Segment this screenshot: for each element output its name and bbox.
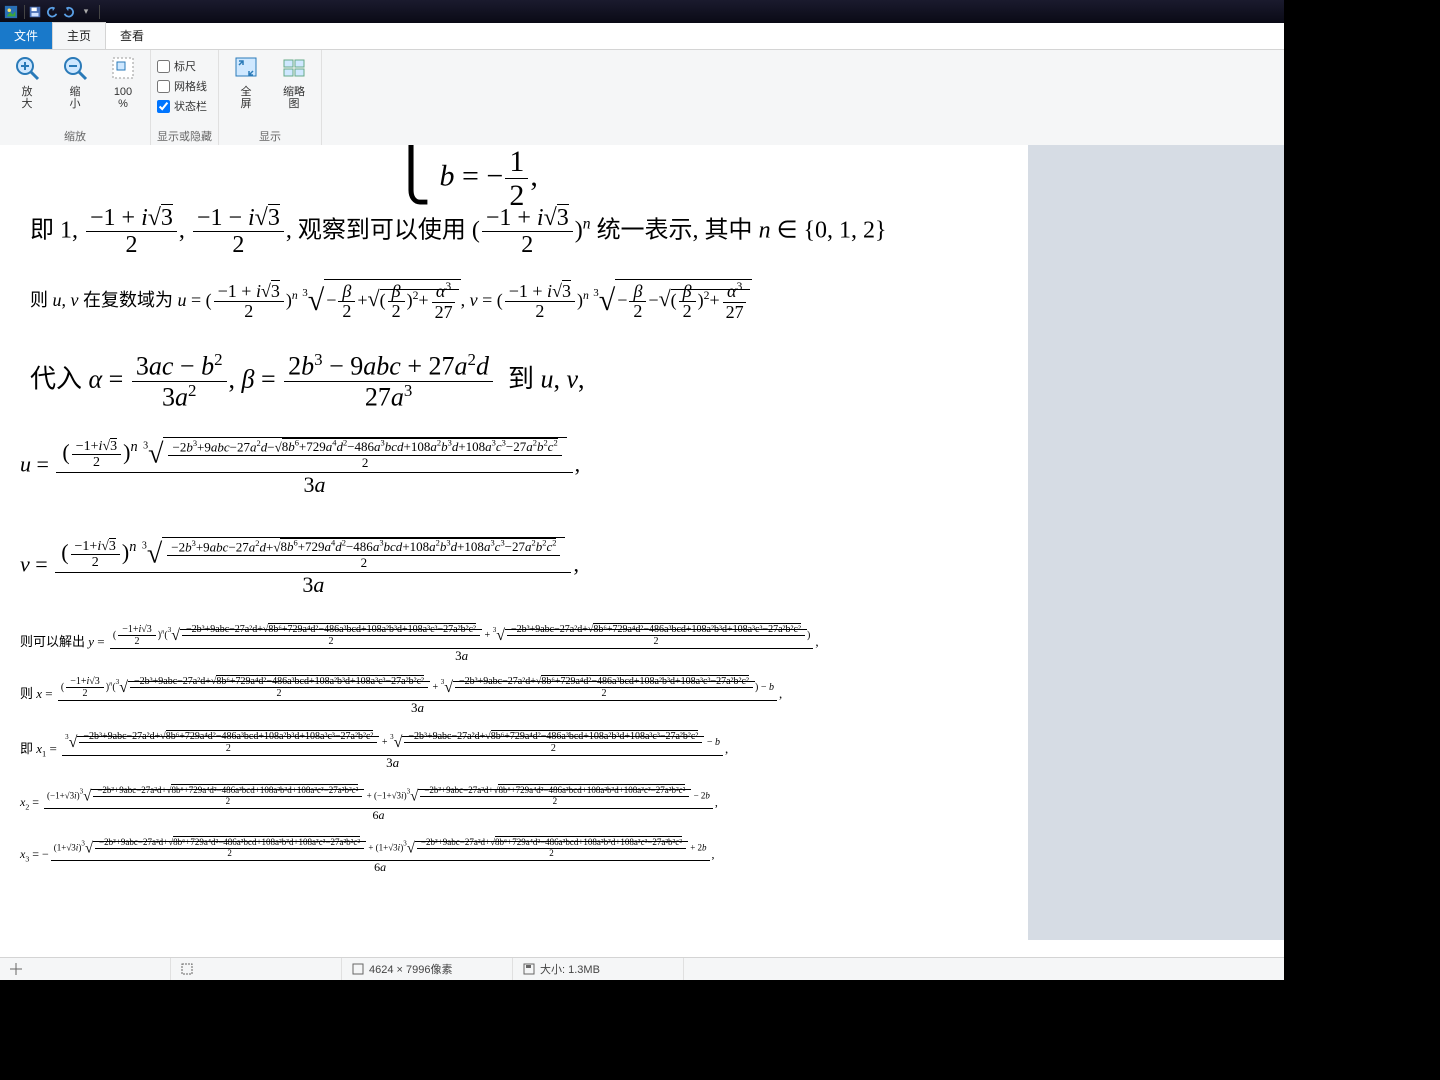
titlebar-sep (24, 5, 25, 19)
fullscreen-icon (230, 52, 262, 84)
check-statusbar-box[interactable] (157, 100, 170, 113)
math-v-expr: v = (−1+i√32)n 3√−2b3+9abc−27a2d+√8b6+72… (20, 535, 579, 598)
zoom-100-icon (107, 52, 139, 84)
thumbnail-icon (278, 52, 310, 84)
tab-home[interactable]: 主页 (52, 22, 106, 49)
dims-icon (352, 963, 364, 975)
titlebar-sep2 (99, 5, 100, 19)
group-zoom: 放 大 缩 小 100 % 缩放 (0, 50, 151, 146)
ribbon-tabs: 文件 主页 查看 (0, 23, 1284, 49)
check-gridlines[interactable]: 网格线 (157, 78, 212, 94)
group-showhide-label: 显示或隐藏 (157, 128, 212, 144)
math-x3-expr: x3 = −(1+√3i)3√−2b³+9abc−27a²d+√8b⁶+729a… (20, 837, 1000, 874)
zoom-100-button[interactable]: 100 % (102, 52, 144, 110)
canvas-area[interactable]: ⎩ b = −12, 即 1, −1 + i√32, −1 − i√32, 观察… (0, 145, 1284, 940)
zoom-in-label: 放 大 (22, 86, 33, 110)
status-cursor (0, 958, 171, 980)
zoom-out-icon (59, 52, 91, 84)
tab-file[interactable]: 文件 (0, 22, 52, 49)
disk-icon (523, 963, 535, 975)
math-x2-expr: x2 = (−1+√3i)3√−2b³+9abc−27a²d+√8b⁶+729a… (20, 785, 1000, 822)
check-statusbar[interactable]: 状态栏 (157, 98, 212, 114)
document-page: ⎩ b = −12, 即 1, −1 + i√32, −1 − i√32, 观察… (0, 145, 1028, 940)
thumbnail-button[interactable]: 缩略 图 (273, 52, 315, 110)
check-ruler[interactable]: 标尺 (157, 58, 212, 74)
math-u-expr: u = (−1+i√32)n 3√−2b3+9abc−27a2d−√8b6+72… (20, 435, 580, 498)
customize-qat-icon[interactable]: ▾ (79, 5, 93, 19)
titlebar: ▾ (0, 0, 1284, 23)
redo-icon[interactable] (62, 5, 76, 19)
status-selection (171, 958, 342, 980)
check-ruler-box[interactable] (157, 60, 170, 73)
app-icon (4, 5, 18, 19)
math-x-expr: 则 x = (−1+i√32)n(3√−2b³+9abc−27a²d+√8b⁶+… (20, 675, 1000, 715)
thumbnail-label: 缩略 图 (283, 86, 305, 110)
math-line3: 则 u, v 在复数域为 u = (−1 + i√32)n 3√−β2+√(β2… (30, 279, 1010, 323)
tab-view[interactable]: 查看 (106, 22, 158, 49)
math-y-expr: 则可以解出 y = (−1+i√32)n(3√−2b³+9abc−27a²d+√… (20, 623, 1000, 663)
ribbon: 放 大 缩 小 100 % 缩放 标尺 网格线 状态栏 显示或隐藏 (0, 49, 1284, 147)
check-ruler-label: 标尺 (174, 58, 196, 74)
check-statusbar-label: 状态栏 (174, 98, 207, 114)
canvas-rail (1028, 145, 1284, 940)
math-x1-expr: 即 x1 = 3√−2b³+9abc−27a²d+√8b⁶+729a⁴d²−48… (20, 730, 1000, 770)
statusbar: 4624 × 7996像素 大小: 1.3MB (0, 957, 1284, 980)
group-showhide: 标尺 网格线 状态栏 显示或隐藏 (151, 50, 219, 146)
zoom-in-button[interactable]: 放 大 (6, 52, 48, 110)
fullscreen-label: 全 屏 (241, 86, 252, 110)
check-gridlines-box[interactable] (157, 80, 170, 93)
check-gridlines-label: 网格线 (174, 78, 207, 94)
group-zoom-label: 缩放 (6, 128, 144, 144)
zoom-out-label: 缩 小 (70, 86, 81, 110)
window: ▾ 文件 主页 查看 放 大 缩 小 100 % (0, 0, 1284, 980)
group-display: 全 屏 缩略 图 显示 (219, 50, 322, 146)
status-size-text: 大小: 1.3MB (540, 961, 600, 977)
status-filesize: 大小: 1.3MB (513, 958, 684, 980)
selection-icon (181, 963, 193, 975)
math-line2: 即 1, −1 + i√32, −1 − i√32, 观察到可以使用 (−1 +… (30, 205, 990, 259)
undo-icon[interactable] (45, 5, 59, 19)
zoom-out-button[interactable]: 缩 小 (54, 52, 96, 110)
status-dimensions: 4624 × 7996像素 (342, 958, 513, 980)
zoom-in-icon (11, 52, 43, 84)
zoom-100-label: 100 % (114, 86, 132, 110)
fullscreen-button[interactable]: 全 屏 (225, 52, 267, 110)
math-line4: 代入 α = 3ac − b23a2, β = 2b3 − 9abc + 27a… (30, 351, 990, 413)
math-brace: ⎩ b = −12, (390, 145, 538, 212)
group-display-label: 显示 (225, 128, 315, 144)
cursor-icon (10, 963, 22, 975)
save-icon[interactable] (28, 5, 42, 19)
status-dims-text: 4624 × 7996像素 (369, 961, 452, 977)
